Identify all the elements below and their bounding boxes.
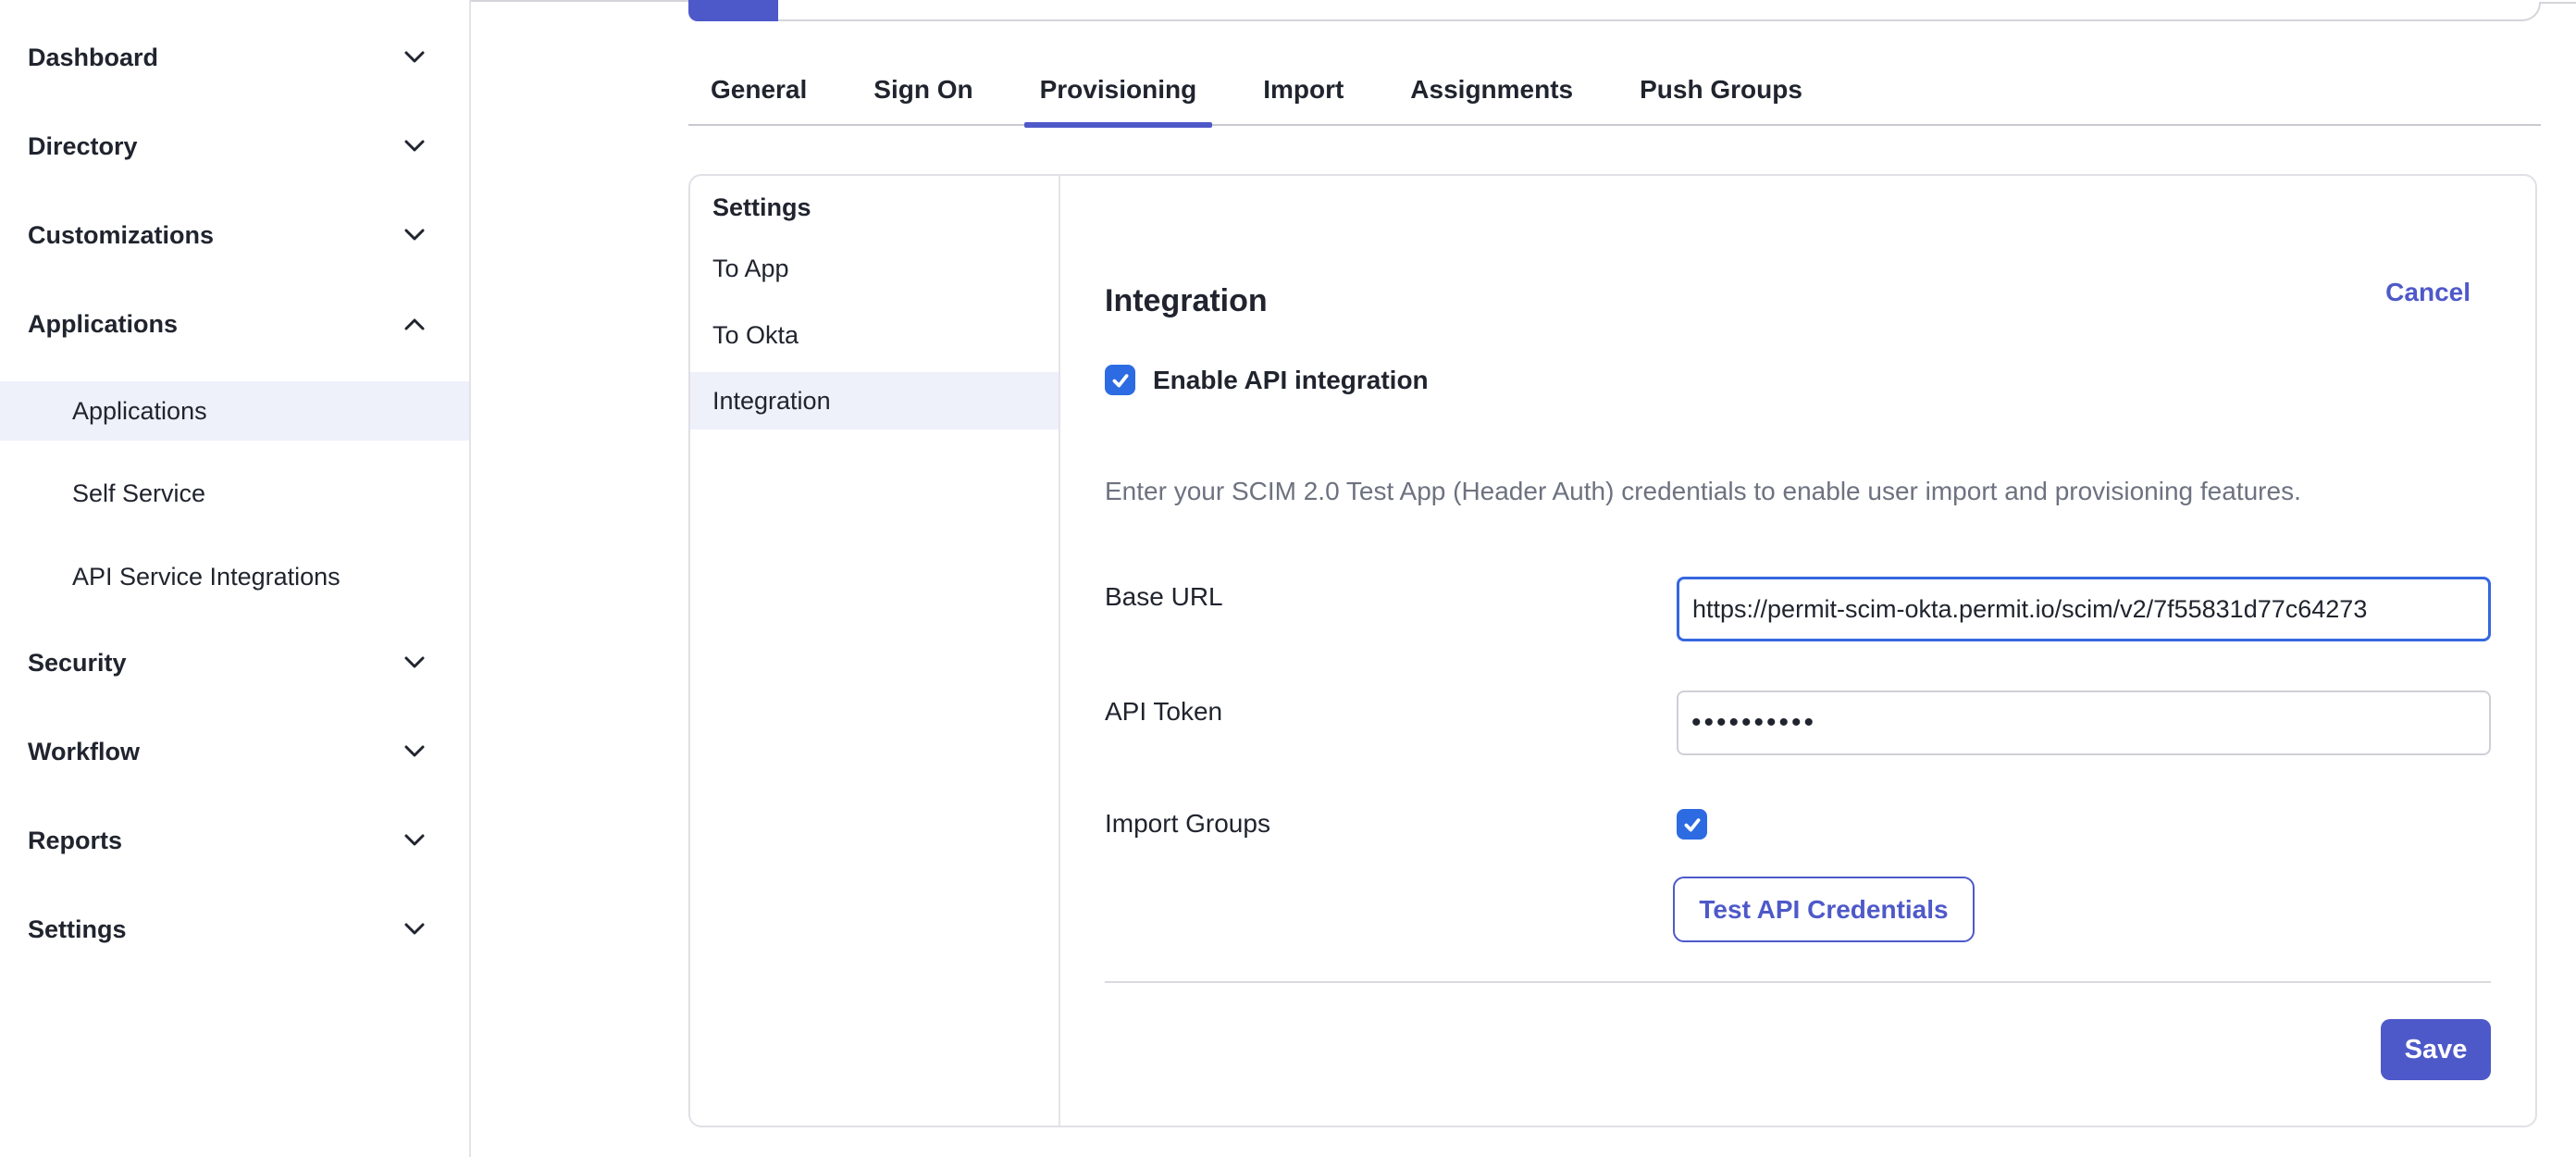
import-groups-label: Import Groups — [1105, 802, 1270, 846]
app-tab-bar: General Sign On Provisioning Import Assi… — [688, 56, 2541, 126]
sidebar-item-label: Security — [28, 649, 127, 678]
chevron-down-icon — [404, 923, 425, 936]
base-url-label: Base URL — [1105, 575, 1223, 619]
chevron-down-icon — [404, 834, 425, 847]
subnav-item-to-app[interactable]: To App — [690, 246, 1059, 291]
base-url-input[interactable]: https://permit-scim-okta.permit.io/scim/… — [1677, 577, 2491, 641]
enable-api-integration-checkbox[interactable] — [1105, 365, 1135, 395]
import-groups-checkbox[interactable] — [1677, 809, 1707, 840]
sidebar-item-directory[interactable]: Directory — [0, 118, 469, 175]
provisioning-card: Settings To App To Okta Integration Inte… — [688, 174, 2537, 1127]
subnav-item-to-okta[interactable]: To Okta — [690, 313, 1059, 357]
cutoff-blue-button-fragment — [688, 0, 778, 21]
cancel-button[interactable]: Cancel — [2385, 272, 2471, 313]
sidebar-subitem-api-service-integrations[interactable]: API Service Integrations — [0, 547, 469, 606]
sidebar-item-label: Applications — [28, 310, 178, 339]
save-button[interactable]: Save — [2381, 1019, 2491, 1080]
api-token-input[interactable]: •••••••••• — [1677, 690, 2491, 755]
test-api-credentials-button[interactable]: Test API Credentials — [1673, 877, 1975, 942]
tab-sign-on[interactable]: Sign On — [873, 56, 972, 124]
chevron-down-icon — [404, 51, 425, 64]
subnav-header: Settings — [690, 185, 1059, 230]
api-token-label: API Token — [1105, 690, 1222, 734]
top-divider-right — [2541, 2, 2576, 4]
sidebar-item-security[interactable]: Security — [0, 634, 469, 691]
integration-pane: Integration Cancel Enable API integratio… — [1062, 176, 2535, 1126]
sidebar-item-label: Workflow — [28, 738, 140, 766]
chevron-down-icon — [404, 140, 425, 153]
sidebar-subitem-label: Self Service — [72, 479, 205, 508]
tab-push-groups[interactable]: Push Groups — [1640, 56, 1802, 124]
page-title: Integration — [1105, 278, 1268, 324]
enable-api-integration-label: Enable API integration — [1153, 366, 1429, 395]
sidebar: Dashboard Directory Customizations Appli… — [0, 0, 471, 1157]
provisioning-subnav: Settings To App To Okta Integration — [690, 176, 1060, 1126]
tab-general[interactable]: General — [711, 56, 807, 124]
subnav-item-integration[interactable]: Integration — [690, 372, 1059, 429]
form-divider — [1105, 981, 2491, 983]
checkmark-icon — [1682, 815, 1703, 835]
sidebar-item-customizations[interactable]: Customizations — [0, 206, 469, 264]
sidebar-item-label: Customizations — [28, 221, 214, 250]
sidebar-item-dashboard[interactable]: Dashboard — [0, 29, 469, 86]
sidebar-item-workflow[interactable]: Workflow — [0, 723, 469, 780]
sidebar-item-label: Reports — [28, 827, 122, 855]
sidebar-subitem-label: API Service Integrations — [72, 563, 341, 591]
tab-provisioning[interactable]: Provisioning — [1040, 56, 1197, 124]
sidebar-subitem-applications[interactable]: Applications — [0, 381, 469, 441]
sidebar-subitem-self-service[interactable]: Self Service — [0, 464, 469, 523]
tab-import[interactable]: Import — [1263, 56, 1344, 124]
sidebar-subitem-label: Applications — [72, 397, 207, 426]
enable-api-integration-row: Enable API integration — [1105, 365, 1429, 395]
chevron-down-icon — [404, 656, 425, 669]
sidebar-item-label: Settings — [28, 915, 127, 944]
checkmark-icon — [1110, 370, 1131, 391]
credentials-description: Enter your SCIM 2.0 Test App (Header Aut… — [1105, 476, 2456, 507]
tab-assignments[interactable]: Assignments — [1410, 56, 1573, 124]
sidebar-item-label: Dashboard — [28, 44, 158, 72]
sidebar-item-reports[interactable]: Reports — [0, 812, 469, 869]
chevron-down-icon — [404, 745, 425, 758]
chevron-down-icon — [404, 229, 425, 242]
sidebar-item-label: Directory — [28, 132, 138, 161]
sidebar-item-applications[interactable]: Applications — [0, 295, 469, 353]
top-divider-strip — [778, 2, 2541, 21]
chevron-up-icon — [404, 317, 425, 330]
sidebar-item-settings[interactable]: Settings — [0, 901, 469, 958]
